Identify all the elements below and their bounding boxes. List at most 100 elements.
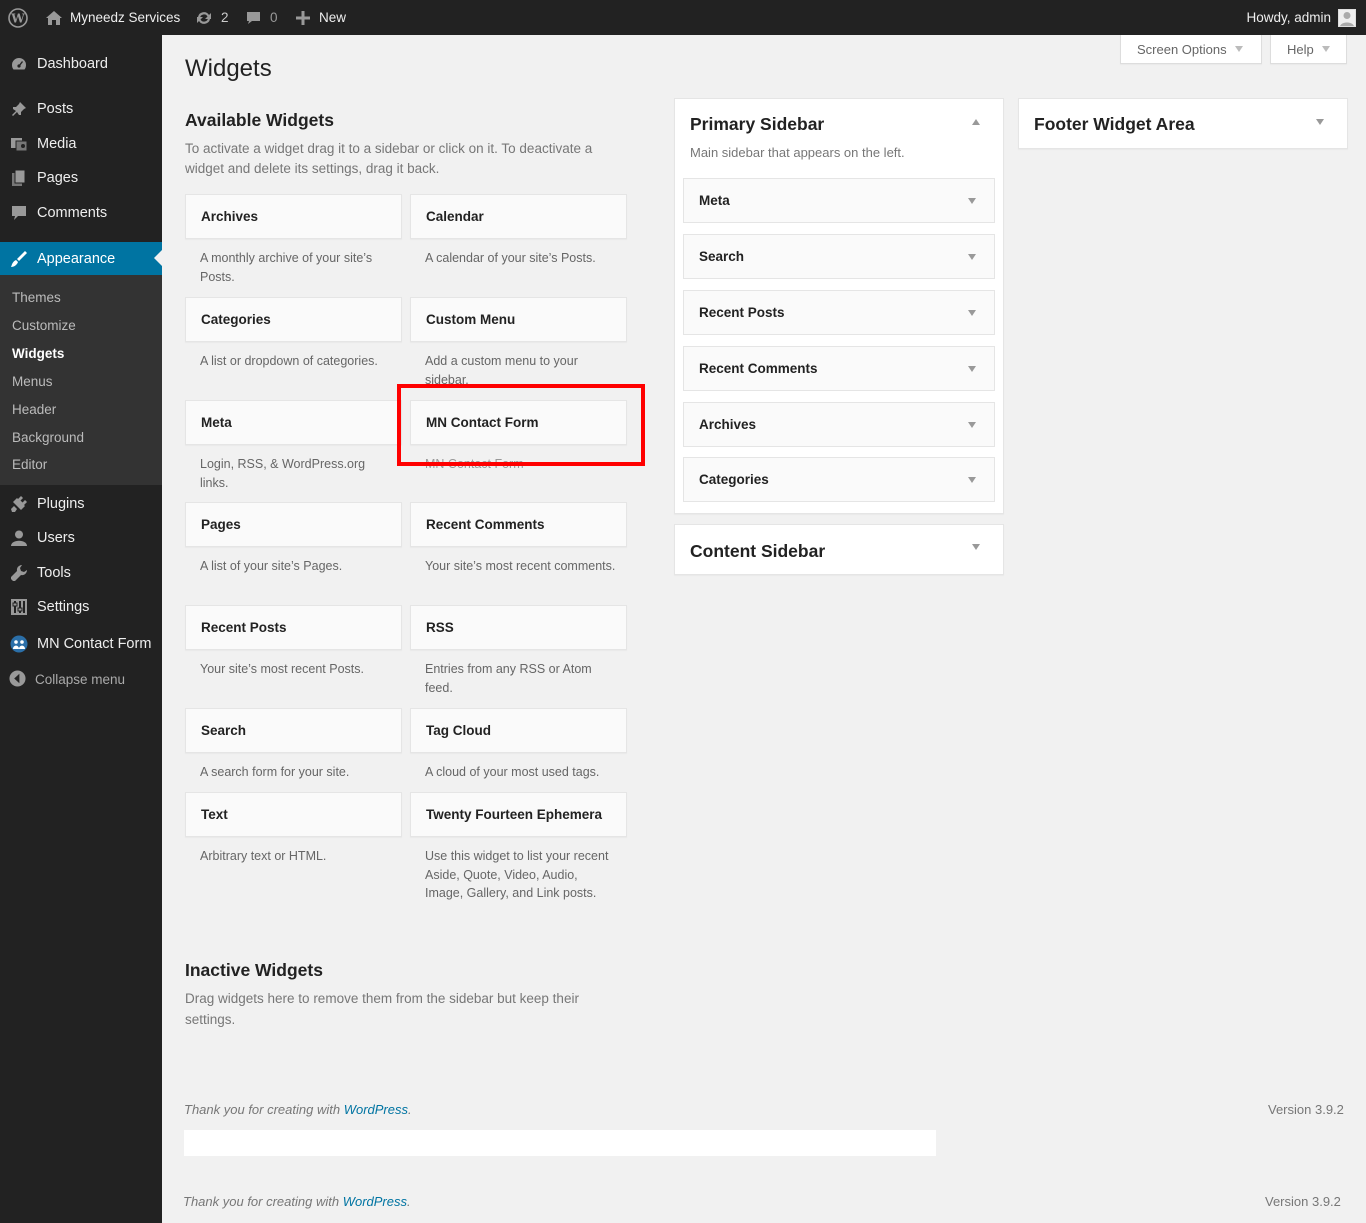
- expand-arrow-icon[interactable]: [1316, 119, 1324, 125]
- new-content-link[interactable]: New: [295, 0, 346, 35]
- sidebar-widget-archives[interactable]: Archives: [683, 402, 995, 447]
- widget-meta[interactable]: Meta: [185, 400, 402, 445]
- menu-label: Tools: [37, 565, 71, 581]
- appearance-submenu: Themes Customize Widgets Menus Header Ba…: [0, 275, 162, 485]
- widget-archives[interactable]: Archives: [185, 194, 402, 239]
- menu-label: Users: [37, 530, 75, 546]
- primary-sidebar-panel: Primary Sidebar Main sidebar that appear…: [674, 98, 1004, 514]
- screen-options-button[interactable]: Screen Options: [1120, 35, 1262, 64]
- widget-description: A monthly archive of your site’s Posts.: [200, 251, 373, 284]
- widget-pages[interactable]: Pages: [185, 502, 402, 547]
- blank-bar: [184, 1130, 936, 1156]
- menu-posts[interactable]: Posts: [0, 92, 162, 126]
- paintbrush-icon: [11, 251, 27, 267]
- sidebar-title: Content Sidebar: [690, 541, 826, 561]
- widget-title: Categories: [699, 472, 769, 487]
- footer-version: Version 3.9.2: [1268, 1102, 1344, 1117]
- sidebar-widget-meta[interactable]: Meta: [683, 178, 995, 223]
- widget-title: Search: [699, 249, 745, 264]
- wordpress-link[interactable]: WordPress: [344, 1102, 408, 1117]
- widget-title: RSS: [426, 620, 454, 635]
- submenu-menus[interactable]: Menus: [12, 374, 53, 389]
- widget-title: Archives: [201, 209, 259, 224]
- menu-tools[interactable]: Tools: [0, 556, 162, 590]
- widget-categories[interactable]: Categories: [185, 297, 402, 342]
- my-account-link[interactable]: Howdy, admin: [1246, 0, 1356, 35]
- widget-description: Use this widget to list your recent Asid…: [425, 849, 609, 900]
- widget-twenty-fourteen-ephemera[interactable]: Twenty Fourteen Ephemera: [410, 792, 627, 837]
- expand-arrow-icon[interactable]: [968, 254, 976, 260]
- expand-arrow-icon[interactable]: [968, 366, 976, 372]
- caret-down-icon: [1234, 46, 1243, 52]
- updates-icon: [197, 11, 211, 24]
- settings-sliders-icon: [11, 599, 27, 615]
- content-sidebar-panel[interactable]: Content Sidebar: [674, 524, 1004, 575]
- submenu-widgets[interactable]: Widgets: [12, 346, 64, 361]
- menu-comments[interactable]: Comments: [0, 196, 162, 230]
- help-button[interactable]: Help: [1270, 35, 1347, 64]
- widget-text[interactable]: Text: [185, 792, 402, 837]
- widget-search[interactable]: Search: [185, 708, 402, 753]
- collapse-menu-button[interactable]: Collapse menu: [0, 662, 162, 696]
- comments-link[interactable]: 0: [245, 0, 278, 35]
- svg-text:W: W: [10, 11, 25, 25]
- sidebar-widget-categories[interactable]: Categories: [683, 457, 995, 502]
- footer-thanks-suffix: .: [407, 1194, 411, 1209]
- wordpress-link[interactable]: WordPress: [343, 1194, 407, 1209]
- media-icon: [11, 138, 28, 152]
- widget-rss[interactable]: RSS: [410, 605, 627, 650]
- site-home-link[interactable]: Myneedz Services: [45, 0, 180, 35]
- menu-plugins[interactable]: Plugins: [0, 487, 162, 521]
- sidebar-description: Main sidebar that appears on the left.: [690, 145, 905, 160]
- expand-arrow-icon[interactable]: [968, 310, 976, 316]
- menu-users[interactable]: Users: [0, 521, 162, 555]
- sidebar-title[interactable]: Primary Sidebar: [690, 114, 824, 135]
- contact-form-people-icon: [10, 635, 28, 653]
- widget-recent-comments[interactable]: Recent Comments: [410, 502, 627, 547]
- description-line: Drag widgets here to remove them from th…: [185, 991, 579, 1006]
- page-title: Widgets: [185, 55, 272, 82]
- widget-title: Twenty Fourteen Ephemera: [426, 807, 603, 822]
- expand-arrow-icon[interactable]: [972, 544, 980, 550]
- widget-title: Pages: [201, 517, 241, 532]
- widget-title: Archives: [699, 417, 757, 432]
- available-widgets-description: To activate a widget drag it to a sideba…: [185, 139, 592, 178]
- avatar-person-icon: [1340, 11, 1354, 26]
- submenu-editor[interactable]: Editor: [12, 457, 47, 472]
- updates-link[interactable]: 2: [195, 0, 229, 35]
- dashboard-gauge-icon: [11, 58, 27, 70]
- widget-tag-cloud[interactable]: Tag Cloud: [410, 708, 627, 753]
- expand-arrow-icon[interactable]: [968, 198, 976, 204]
- menu-settings[interactable]: Settings: [0, 590, 162, 624]
- expand-arrow-icon[interactable]: [968, 477, 976, 483]
- submenu-background[interactable]: Background: [12, 430, 84, 445]
- howdy-text: Howdy, admin: [1246, 10, 1331, 25]
- submenu-header[interactable]: Header: [12, 402, 56, 417]
- widget-recent-posts[interactable]: Recent Posts: [185, 605, 402, 650]
- widget-title: Tag Cloud: [426, 723, 491, 738]
- footer-thankyou: Thank you for creating with WordPress.: [183, 1194, 411, 1209]
- user-icon: [11, 530, 27, 546]
- widget-custom-menu[interactable]: Custom Menu: [410, 297, 627, 342]
- menu-media[interactable]: Media: [0, 127, 162, 161]
- sidebar-widget-recent-comments[interactable]: Recent Comments: [683, 346, 995, 391]
- widget-calendar[interactable]: Calendar: [410, 194, 627, 239]
- menu-mn-contact-form[interactable]: MN Contact Form: [0, 627, 162, 661]
- widget-description: Login, RSS, & WordPress.org links.: [200, 457, 366, 490]
- submenu-customize[interactable]: Customize: [12, 318, 76, 333]
- menu-dashboard[interactable]: Dashboard: [0, 47, 162, 81]
- footer-thanks-prefix: Thank you for creating with: [183, 1194, 343, 1209]
- wordpress-logo-icon[interactable]: W: [8, 0, 28, 35]
- menu-appearance[interactable]: Appearance: [0, 242, 162, 275]
- submenu-themes[interactable]: Themes: [12, 290, 61, 305]
- collapse-arrow-icon[interactable]: [972, 119, 980, 125]
- description-line: settings.: [185, 1011, 236, 1027]
- expand-arrow-icon[interactable]: [968, 422, 976, 428]
- menu-label: Pages: [37, 170, 79, 186]
- footer-thanks-prefix: Thank you for creating with: [184, 1102, 344, 1117]
- menu-pages[interactable]: Pages: [0, 161, 162, 195]
- sidebar-widget-search[interactable]: Search: [683, 234, 995, 279]
- inactive-widgets-description: Drag widgets here to remove them from th…: [185, 989, 579, 1030]
- footer-widget-area-panel[interactable]: Footer Widget Area: [1018, 98, 1348, 149]
- sidebar-widget-recent-posts[interactable]: Recent Posts: [683, 290, 995, 335]
